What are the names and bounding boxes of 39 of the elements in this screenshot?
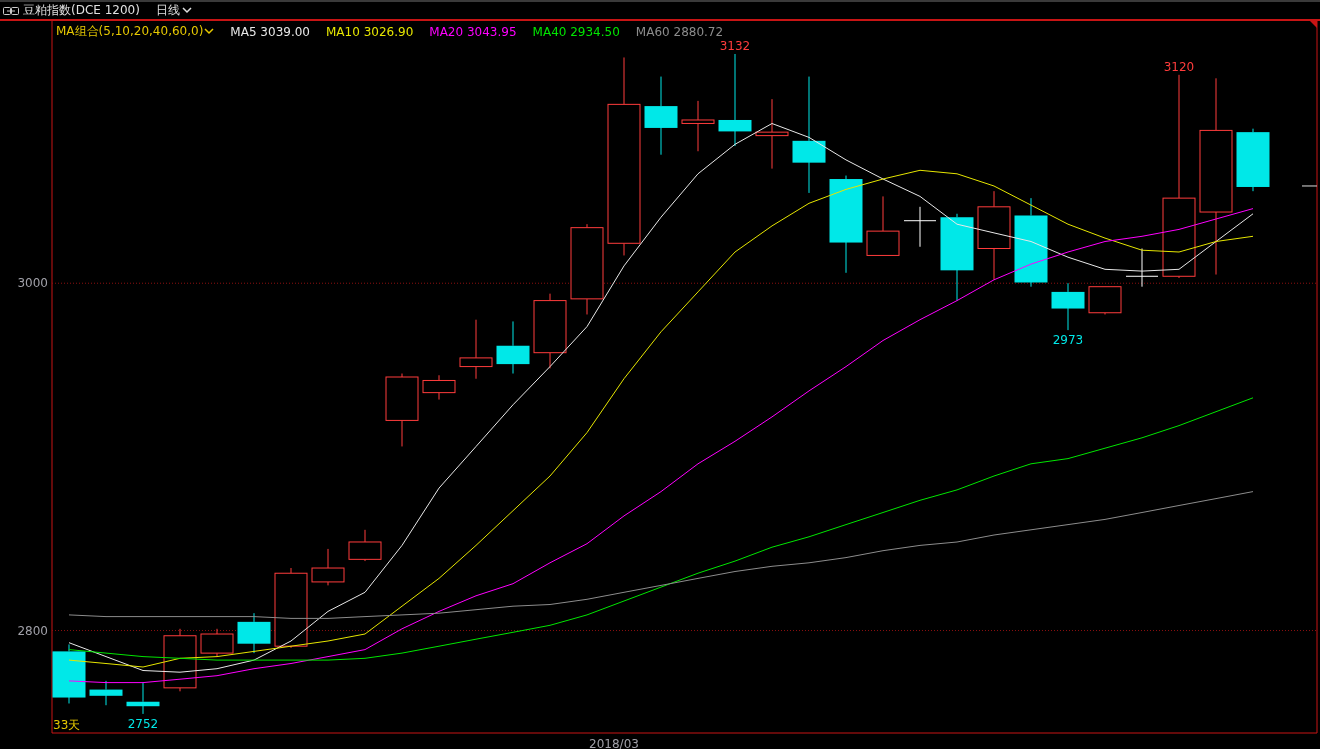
axis-label: 2800 <box>17 623 48 638</box>
candlestick <box>755 98 789 170</box>
candlestick <box>496 320 530 375</box>
period-dropdown[interactable]: 日线 <box>155 2 192 19</box>
legend-item: MA40 2934.50 <box>532 24 620 39</box>
price-label: 2973 <box>1052 333 1084 348</box>
chevron-down-icon <box>204 28 215 35</box>
price-marker <box>1301 185 1318 187</box>
candlestick <box>681 100 715 152</box>
candlestick <box>903 206 937 248</box>
candlestick <box>459 319 493 380</box>
candlestick <box>311 548 345 586</box>
candlestick <box>422 374 456 401</box>
candlestick <box>200 628 234 658</box>
legend-item: MA5 3039.00 <box>230 24 310 39</box>
price-label: 2752 <box>127 716 159 731</box>
price-label: 3120 <box>1163 59 1195 74</box>
legend-item: MA10 3026.90 <box>326 24 414 39</box>
chevron-down-icon <box>181 7 192 14</box>
candlestick <box>237 612 271 654</box>
legend-item: MA60 2880.72 <box>635 24 724 39</box>
candlestick <box>163 628 197 692</box>
candlestick <box>52 643 86 704</box>
count-label: 33天 <box>53 718 81 732</box>
candlestick <box>348 529 382 562</box>
ma-group-dropdown[interactable]: MA组合(5,10,20,40,60,0) <box>56 23 215 40</box>
candlestick <box>1125 248 1159 288</box>
axis-label: 3000 <box>17 276 48 291</box>
chart-title: 豆粕指数(DCE 1200) <box>23 2 140 19</box>
price-label: 3132 <box>719 39 751 53</box>
axis-label: 2018/03 <box>589 737 639 749</box>
legend-item: MA20 3043.95 <box>429 24 517 39</box>
candlestick <box>126 682 160 715</box>
link-icon[interactable] <box>3 6 19 15</box>
candlestick <box>1088 286 1122 315</box>
candlestick <box>1051 282 1085 331</box>
candlestick <box>866 195 900 256</box>
candlestick <box>1236 128 1270 192</box>
candlestick <box>89 680 123 706</box>
